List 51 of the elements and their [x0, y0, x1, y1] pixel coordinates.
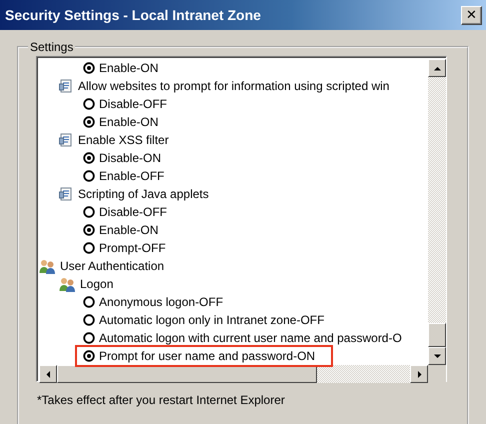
option-label: Enable-OFF	[99, 168, 164, 184]
right-arrow-icon	[416, 370, 422, 378]
radio-button[interactable]	[83, 206, 95, 218]
option-label: Enable-ON	[99, 60, 158, 76]
option-label: Automatic logon only in Intranet zone-OFF	[99, 312, 324, 328]
option-label: Disable-OFF	[99, 96, 168, 112]
option-label: Enable-ON	[99, 222, 158, 238]
group-title: Settings	[29, 40, 74, 54]
scroll-left-button[interactable]	[39, 365, 57, 383]
option-label: Prompt for user name and password-ON	[99, 348, 316, 364]
radio-button[interactable]	[83, 116, 95, 128]
option-label: Disable-OFF	[99, 204, 168, 220]
people-icon	[39, 258, 56, 274]
option-label: Automatic logon with current user name and password-O	[99, 330, 402, 346]
option-label: Disable-ON	[99, 150, 162, 166]
left-arrow-icon	[44, 370, 52, 378]
setting-label: Scripting of Java applets	[78, 186, 209, 202]
radio-button[interactable]	[83, 350, 95, 362]
setting-label: Enable XSS filter	[78, 132, 169, 148]
scroll-up-button[interactable]	[428, 59, 446, 77]
up-arrow-icon	[434, 64, 440, 72]
radio-button[interactable]	[83, 152, 95, 164]
document-icon	[59, 78, 74, 94]
radio-button[interactable]	[83, 98, 95, 110]
window-title: Security Settings - Local Intranet Zone	[5, 7, 261, 23]
document-icon	[59, 132, 74, 148]
down-arrow-icon	[434, 352, 440, 360]
setting-label: Allow websites to prompt for information using scripted win	[78, 78, 390, 94]
option-label: Anonymous logon-OFF	[99, 294, 224, 310]
radio-button[interactable]	[83, 62, 95, 74]
radio-button[interactable]	[83, 224, 95, 236]
document-icon	[59, 186, 74, 202]
radio-button[interactable]	[83, 314, 95, 326]
note-text: *Takes effect after you restart Internet Explorer	[37, 393, 286, 407]
option-label: Prompt-OFF	[99, 240, 166, 256]
scroll-down-button[interactable]	[428, 347, 446, 365]
group-label: User Authentication	[60, 258, 164, 274]
scroll-right-button[interactable]	[410, 365, 428, 383]
horizontal-scrollbar[interactable]	[39, 365, 428, 383]
radio-button[interactable]	[83, 332, 95, 344]
scroll-thumb[interactable]	[57, 365, 317, 383]
scroll-thumb[interactable]	[428, 323, 446, 347]
radio-button[interactable]	[83, 170, 95, 182]
close-button[interactable]: ✕	[461, 6, 482, 24]
radio-button[interactable]	[83, 296, 95, 308]
option-label: Enable-ON	[99, 114, 158, 130]
vertical-scrollbar[interactable]	[428, 59, 446, 365]
scrollbar-corner	[428, 365, 446, 383]
group-label: Logon	[80, 276, 114, 292]
radio-button[interactable]	[83, 242, 95, 254]
people-icon	[59, 276, 76, 292]
